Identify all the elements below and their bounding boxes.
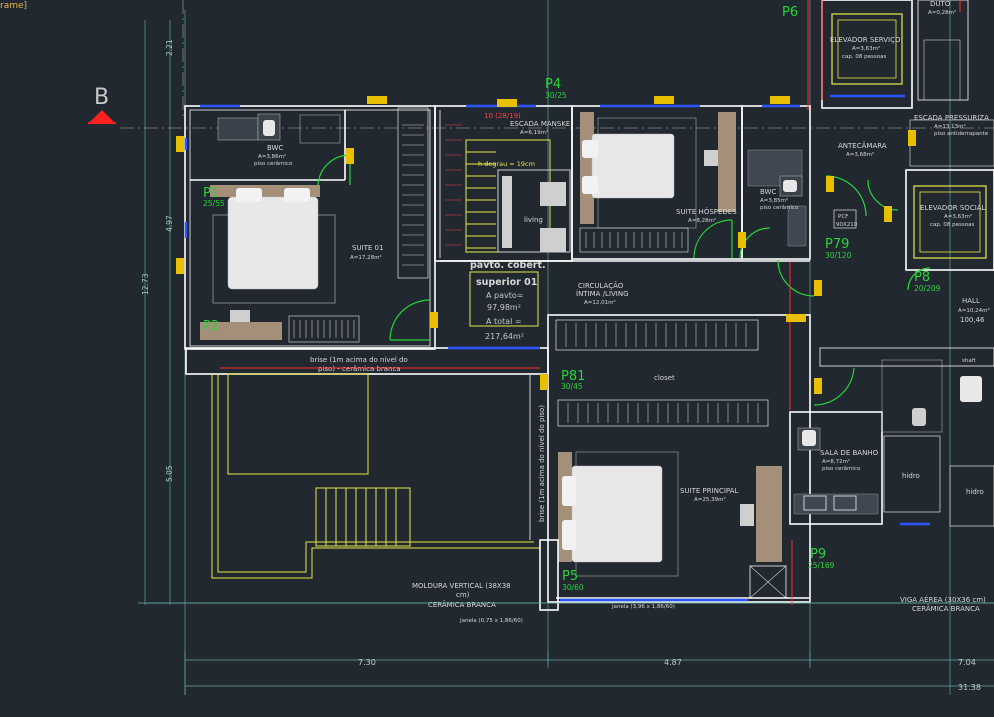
dim-704: 7.04 [958, 658, 976, 667]
escada-press-floor: piso antiderrapante [934, 131, 989, 137]
brise-note-2: piso) - cerâmica branca [318, 365, 401, 373]
living-small-name: living [524, 216, 543, 224]
pillar-p1-size: 25/55 [203, 199, 225, 208]
shaft-name: shaft [962, 358, 977, 364]
dim-487: 4.87 [664, 658, 682, 667]
area-title2: superior 01 [476, 277, 537, 288]
stair-dim: 10 (28/19) [484, 112, 521, 120]
brise-note-1: brise (1m acima do nível do [310, 356, 408, 364]
pillar-p8-size: 20/209 [914, 284, 941, 293]
area-value1: 97,98m² [487, 303, 521, 312]
hidro2-name: hidro [966, 488, 984, 496]
duto-name: DUTO [930, 0, 951, 8]
hall-name: HALL [962, 297, 980, 305]
dim-497: 4.97 [165, 215, 174, 232]
dim-730: 7.30 [358, 658, 376, 667]
antecamara-area: A=3,68m² [846, 151, 874, 158]
elev-servico-area: A=3,63m² [852, 45, 880, 52]
bwc1-floor: piso cerâmico [254, 160, 293, 167]
closet-name: closet [654, 374, 675, 382]
viewport-menu-label[interactable]: rame] [0, 1, 27, 11]
suite-principal-name: SUITE PRINCIPAL [680, 487, 738, 495]
hall-level: 100,46 [960, 316, 985, 324]
pillar-p79-size: 30/120 [825, 251, 852, 260]
dim-221: 2.21 [165, 39, 174, 56]
escada-press-area: A=13,13m² [934, 123, 966, 130]
pcf-label: PCF [838, 214, 848, 220]
pillar-p9-id: P9 [810, 547, 826, 562]
moldura-note-3: CERÂMICA BRANCA [428, 600, 496, 609]
moldura-note-2: cm) [456, 591, 470, 599]
pillar-p81-size: 30/45 [561, 382, 583, 391]
elev-social-name: ELEVADOR SOCIAL [920, 204, 986, 212]
sala-banho-area: A=8,72m² [822, 458, 850, 465]
section-letter: B [94, 85, 109, 110]
bwc2-name: BWC [760, 188, 776, 196]
circulacao-subtitle: ÍNTIMA /LIVING [576, 289, 629, 298]
elev-social-cap: cap. 08 pessoas [930, 222, 974, 228]
circulacao-area: A=12,01m² [584, 299, 616, 306]
pillar-p79-id: P79 [825, 237, 849, 252]
brise-vertical-note: brise (1m acima do nível do piso) [538, 405, 546, 522]
viga-note-2: CERÂMICA BRANCA [912, 604, 980, 613]
pillar-p4-size: 30/25 [545, 91, 567, 100]
elev-social-area: A=3,63m² [944, 213, 972, 220]
sala-banho-floor: piso cerâmico [822, 465, 861, 472]
bwc1-area: A=3,86m² [258, 153, 286, 160]
suite-hospedes-name: SUITE HÓSPEDES [676, 207, 737, 216]
area-value2: 217,64m² [485, 332, 524, 341]
duto-area: A=0,28m² [928, 9, 956, 16]
pillar-p6-id: P6 [782, 5, 798, 20]
pillar-p8-id: P8 [914, 270, 930, 285]
moldura-note-1: MOLDURA VERTICAL (38X38 [412, 582, 511, 590]
stair-name: ESCADA MANSKE [510, 120, 570, 128]
sala-banho-name: SALA DE BANHO [820, 449, 879, 457]
bwc2-area: A=3,85m² [760, 197, 788, 204]
hall-area: A=10,24m² [958, 307, 990, 314]
suite01-area: A=17,28m² [350, 254, 382, 261]
area-label1: A pavto= [486, 291, 523, 300]
pillar-p5-size: 30/60 [562, 583, 584, 592]
elev-servico-name: ELEVADOR SERVIÇO [830, 36, 901, 44]
pillar-p4-id: P4 [545, 77, 561, 92]
bwc1-name: BWC [267, 144, 283, 152]
suite-hospedes-area: A=8,28m² [688, 217, 716, 224]
suite01-name: SUITE 01 [352, 244, 383, 252]
stair-area: A=6,19m² [520, 129, 548, 136]
pcf-size: 90X210 [836, 222, 858, 228]
pillar-p2-id: P2 [203, 319, 219, 334]
hidro1-name: hidro [902, 472, 920, 480]
elev-servico-cap: cap. 08 pessoas [842, 54, 886, 60]
floor-plan-drawing[interactable]: rame] 2.21 4.97 12.73 5.05 B BWC A=3,86m… [0, 0, 994, 717]
dim-1273: 12.73 [141, 273, 150, 295]
escada-press-name: ESCADA PRESSURIZA [914, 114, 989, 122]
stair-degraus: h degrau = 19cm [478, 160, 535, 168]
pillar-p9-size: 25/169 [808, 561, 835, 570]
bwc2-floor: piso cerâmico [760, 204, 799, 211]
dim-505: 5.05 [165, 465, 174, 482]
janela-note-2: Janela (3,96 x 1,86/60) [611, 604, 675, 610]
pillar-p5-id: P5 [562, 569, 578, 584]
circulacao-name: CIRCULAÇÃO [578, 281, 624, 290]
janela-note-1: Janela (0,75 x 1,86/60) [459, 618, 523, 624]
dim-3138: 31.38 [958, 683, 981, 692]
area-label2: A total = [486, 317, 522, 326]
antecamara-name: ANTECÂMARA [838, 141, 887, 150]
suite-principal-area: A=25,39m² [694, 496, 726, 503]
